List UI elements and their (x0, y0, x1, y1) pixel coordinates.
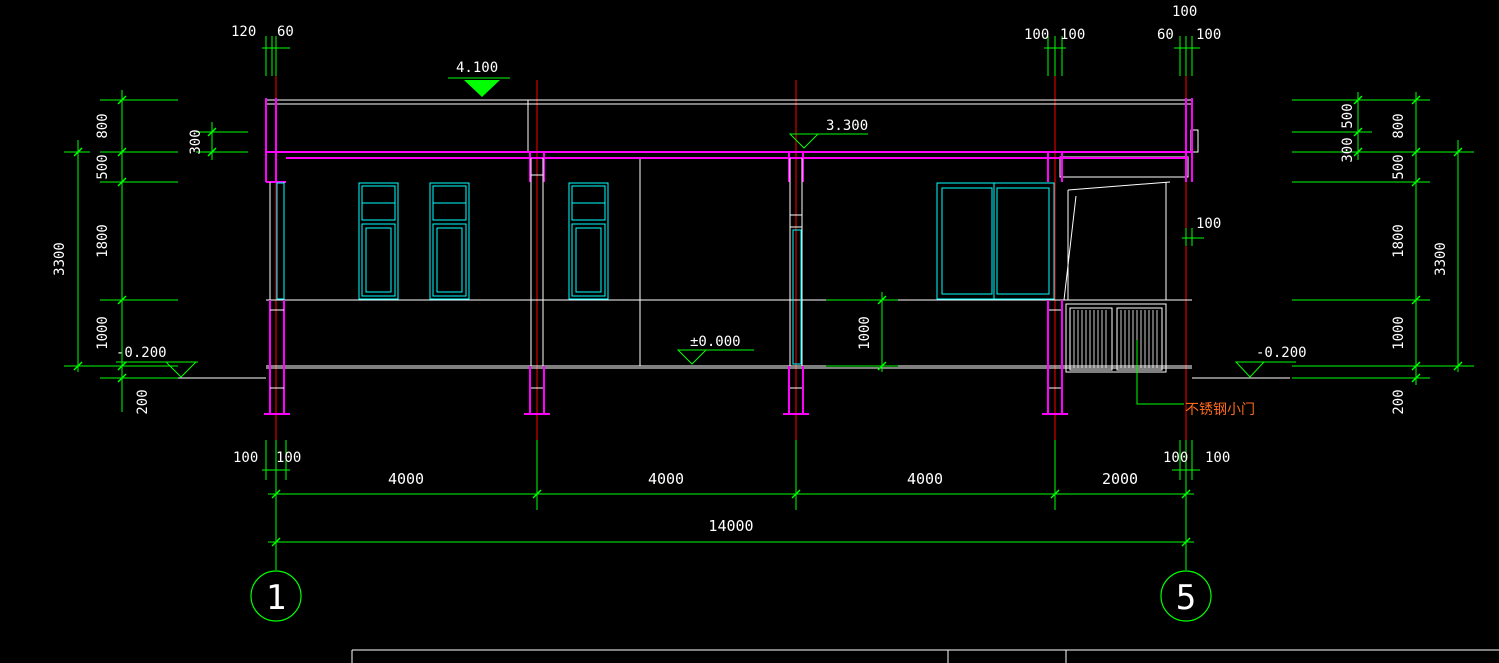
window-1 (358, 182, 399, 300)
ceiling-level: 3.300 (826, 118, 868, 134)
top-dim-right-c: 60 (1157, 27, 1174, 43)
top-dim-left-b: 60 (277, 24, 294, 40)
ground-level-left: -0.200 (116, 345, 167, 361)
right-dim-1800: 1800 (1391, 224, 1407, 258)
title-block-edge (351, 649, 1499, 663)
window-2 (429, 182, 470, 300)
ground-level-right: -0.200 (1256, 345, 1307, 361)
elevation-drawing: 不锈钢小门 120 60 100 100 100 60 100 4.100 3.… (52, 4, 1499, 663)
left-dim-1800: 1800 (95, 224, 111, 258)
left-dim-500: 500 (95, 154, 111, 179)
right-dim-3300: 3300 (1433, 242, 1449, 276)
bottom-dim-lines (262, 440, 1200, 570)
bottom-dim-bay4: 2000 (1102, 470, 1138, 488)
ground-level-right-marker (1234, 361, 1296, 378)
ceiling-level-marker (788, 133, 868, 149)
right-dim-lines (1182, 92, 1474, 385)
roof-level-marker (448, 77, 510, 97)
windows (276, 182, 1055, 365)
right-dim-500: 500 (1340, 103, 1356, 128)
right-dim-500b: 500 (1391, 154, 1407, 179)
bottom-dim-right-b: 100 (1205, 450, 1230, 466)
bottom-dim-bay3: 4000 (907, 470, 943, 488)
left-dim-300: 300 (188, 129, 204, 154)
top-dim-left-a: 120 (231, 24, 256, 40)
window-4 (936, 182, 1055, 300)
right-dim-100: 100 (1196, 216, 1221, 232)
top-dim-right-b: 100 (1060, 27, 1085, 43)
left-dim-1000: 1000 (95, 316, 111, 350)
bottom-dim-bay1: 4000 (388, 470, 424, 488)
window-3 (568, 182, 609, 300)
right-dim-200: 200 (1391, 389, 1407, 414)
bottom-dim-total: 14000 (708, 517, 753, 535)
left-dim-lines (64, 90, 248, 412)
walls (264, 98, 1193, 415)
axis-bubbles (250, 570, 1212, 622)
right-dim-800: 800 (1391, 113, 1407, 138)
ground-level-left-marker (116, 361, 198, 378)
steel-door (1065, 303, 1167, 373)
bottom-dim-right-a: 100 (1163, 450, 1188, 466)
sill-dim: 1000 (857, 316, 873, 350)
right-dim-ticks (1353, 95, 1463, 383)
left-dim-200: 200 (135, 389, 151, 414)
roof-level: 4.100 (456, 60, 498, 76)
left-dim-3300: 3300 (52, 242, 68, 276)
top-dim-right-top: 100 (1172, 4, 1197, 20)
top-dim-right-d: 100 (1196, 27, 1221, 43)
axis-label-right: 5 (1176, 578, 1196, 618)
right-dim-300: 300 (1340, 137, 1356, 162)
door-label: 不锈钢小门 (1185, 402, 1255, 418)
left-dim-800: 800 (95, 113, 111, 138)
top-dim-right-a: 100 (1024, 27, 1049, 43)
floor-level-marker (676, 349, 754, 365)
floor-level: ±0.000 (690, 334, 741, 350)
bottom-dim-bay2: 4000 (648, 470, 684, 488)
bottom-dim-left-b: 100 (276, 450, 301, 466)
right-dim-1000: 1000 (1391, 316, 1407, 350)
axis-label-left: 1 (266, 578, 286, 618)
bottom-dim-left-a: 100 (233, 450, 258, 466)
